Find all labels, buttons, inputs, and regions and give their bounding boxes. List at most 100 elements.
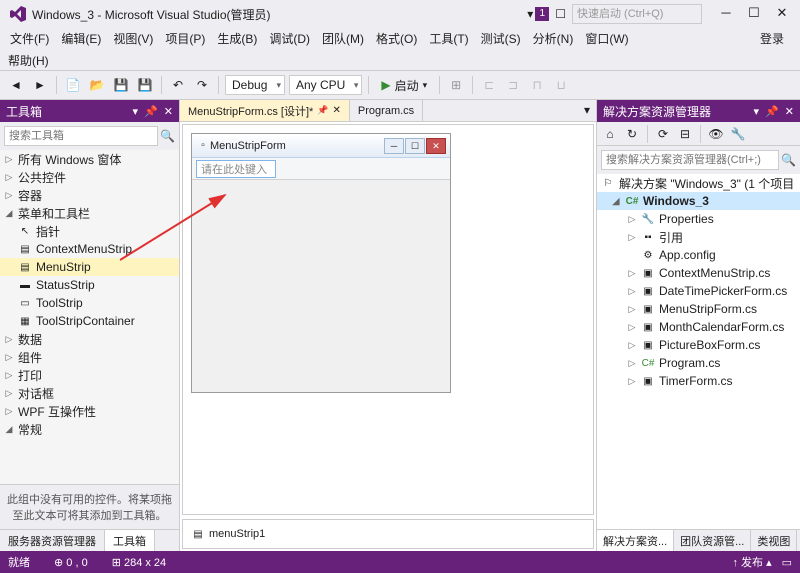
node-program[interactable]: ▷C#Program.cs <box>597 354 800 372</box>
group-data[interactable]: ▷数据 <box>0 330 179 348</box>
tray-item[interactable]: menuStrip1 <box>209 528 265 540</box>
forward-button[interactable]: ► <box>30 75 50 95</box>
pin-icon[interactable]: 📌 <box>765 105 779 118</box>
menu-window[interactable]: 窗口(W) <box>579 28 634 50</box>
solution-toolbar: ⌂ ↻ ⟳ ⊟ 👁 🔧 <box>597 122 800 146</box>
menu-debug[interactable]: 调试(D) <box>263 28 316 50</box>
search-icon[interactable]: 🔍 <box>160 129 175 143</box>
maximize-button[interactable]: ☐ <box>740 4 768 24</box>
back-button[interactable]: ◄ <box>6 75 26 95</box>
menu-format[interactable]: 格式(O) <box>370 28 423 50</box>
align-left-button[interactable]: ⊏ <box>479 75 499 95</box>
close-panel-icon[interactable]: ✕ <box>164 105 173 118</box>
node-picturebox[interactable]: ▷▣PictureBoxForm.cs <box>597 336 800 354</box>
status-extra-icon[interactable]: ▭ <box>782 556 792 569</box>
sign-in-link[interactable]: 登录 <box>754 28 796 50</box>
menu-team[interactable]: 团队(M) <box>316 28 370 50</box>
toolbox-search-input[interactable] <box>4 126 158 146</box>
undo-button[interactable]: ↶ <box>168 75 188 95</box>
menu-analyze[interactable]: 分析(N) <box>527 28 580 50</box>
group-common[interactable]: ▷公共控件 <box>0 168 179 186</box>
toolbar-btn-1[interactable]: ⊞ <box>446 75 466 95</box>
group-components[interactable]: ▷组件 <box>0 348 179 366</box>
feedback-icon[interactable]: ☐ <box>555 7 566 21</box>
refresh-button[interactable]: ⟳ <box>654 125 672 143</box>
menu-file[interactable]: 文件(F) <box>4 28 55 50</box>
close-button[interactable]: ✕ <box>768 4 796 24</box>
close-tab-icon[interactable]: ✕ <box>333 105 341 116</box>
group-dialogs[interactable]: ▷对话框 <box>0 384 179 402</box>
new-project-button[interactable]: 📄 <box>63 75 83 95</box>
properties-button[interactable]: 🔧 <box>729 125 747 143</box>
menu-edit[interactable]: 编辑(E) <box>55 28 107 50</box>
menu-help[interactable]: 帮助(H) <box>8 54 49 68</box>
collapse-button[interactable]: ⊟ <box>676 125 694 143</box>
group-containers[interactable]: ▷容器 <box>0 186 179 204</box>
search-icon[interactable]: 🔍 <box>781 153 796 167</box>
tab-team-explorer[interactable]: 团队资源管... <box>674 530 751 551</box>
group-menus[interactable]: ◢菜单和工具栏 <box>0 204 179 222</box>
tab-program[interactable]: Program.cs <box>350 100 423 121</box>
solution-root[interactable]: ⚐解决方案 "Windows_3" (1 个项目 <box>597 174 800 192</box>
close-panel-icon[interactable]: ✕ <box>785 105 794 118</box>
dropdown-icon[interactable]: ▾ <box>133 105 139 118</box>
tab-overflow-button[interactable]: ▾ <box>578 100 596 121</box>
publish-button[interactable]: ↑ 发布 ▴ <box>732 554 771 570</box>
save-all-button[interactable]: 💾 <box>135 75 155 95</box>
group-printing[interactable]: ▷打印 <box>0 366 179 384</box>
menu-tools[interactable]: 工具(T) <box>423 28 474 50</box>
node-timerform[interactable]: ▷▣TimerForm.cs <box>597 372 800 390</box>
menu-test[interactable]: 测试(S) <box>475 28 527 50</box>
item-contextmenustrip[interactable]: ▤ContextMenuStrip <box>0 240 179 258</box>
group-wpf[interactable]: ▷WPF 互操作性 <box>0 402 179 420</box>
item-toolstrip[interactable]: ▭ToolStrip <box>0 294 179 312</box>
dropdown-icon[interactable]: ▾ <box>754 105 760 118</box>
show-all-button[interactable]: 👁 <box>707 125 725 143</box>
node-appconfig[interactable]: ⚙App.config <box>597 246 800 264</box>
item-toolstripcontainer[interactable]: ▦ToolStripContainer <box>0 312 179 330</box>
platform-dropdown[interactable]: Any CPU <box>289 75 362 95</box>
notification-badge[interactable]: 1 <box>535 7 549 21</box>
node-properties[interactable]: ▷🔧Properties <box>597 210 800 228</box>
form-designer[interactable]: ▫ MenuStripForm ─ ☐ ✕ 请在此处键入 <box>182 124 594 515</box>
start-debug-button[interactable]: ▶启动▾ <box>375 75 433 95</box>
tab-menustripform[interactable]: MenuStripForm.cs [设计]*📌✕ <box>180 100 350 121</box>
node-datetimepicker[interactable]: ▷▣DateTimePickerForm.cs <box>597 282 800 300</box>
align-center-button[interactable]: ⊐ <box>503 75 523 95</box>
form-window[interactable]: ▫ MenuStripForm ─ ☐ ✕ 请在此处键入 <box>191 133 451 393</box>
item-menustrip[interactable]: ▤MenuStrip <box>0 258 179 276</box>
align-right-button[interactable]: ⊓ <box>527 75 547 95</box>
sync-button[interactable]: ↻ <box>623 125 641 143</box>
save-button[interactable]: 💾 <box>111 75 131 95</box>
minimize-button[interactable]: ─ <box>712 4 740 24</box>
item-pointer[interactable]: ↖指针 <box>0 222 179 240</box>
menu-view[interactable]: 视图(V) <box>107 28 159 50</box>
type-here-input[interactable]: 请在此处键入 <box>196 160 276 178</box>
item-statusstrip[interactable]: ▬StatusStrip <box>0 276 179 294</box>
group-general[interactable]: ◢常规 <box>0 420 179 438</box>
notifications-icon[interactable]: ▾ <box>527 7 533 21</box>
redo-button[interactable]: ↷ <box>192 75 212 95</box>
home-button[interactable]: ⌂ <box>601 125 619 143</box>
status-size: ⊞ 284 x 24 <box>112 556 166 569</box>
menustrip-control[interactable]: 请在此处键入 <box>192 158 450 180</box>
align-top-button[interactable]: ⊔ <box>551 75 571 95</box>
solution-search-input[interactable] <box>601 150 779 170</box>
tab-toolbox[interactable]: 工具箱 <box>105 530 155 551</box>
node-contextmenustrip[interactable]: ▷▣ContextMenuStrip.cs <box>597 264 800 282</box>
tab-server-explorer[interactable]: 服务器资源管理器 <box>0 530 105 551</box>
group-all-windows[interactable]: ▷所有 Windows 窗体 <box>0 150 179 168</box>
project-node[interactable]: ◢C#Windows_3 <box>597 192 800 210</box>
node-menustripform[interactable]: ▷▣MenuStripForm.cs <box>597 300 800 318</box>
quick-launch-input[interactable]: 快速启动 (Ctrl+Q) <box>572 4 702 24</box>
node-monthcalendar[interactable]: ▷▣MonthCalendarForm.cs <box>597 318 800 336</box>
menu-build[interactable]: 生成(B) <box>211 28 263 50</box>
menu-project[interactable]: 项目(P) <box>159 28 211 50</box>
config-dropdown[interactable]: Debug <box>225 75 285 95</box>
open-button[interactable]: 📂 <box>87 75 107 95</box>
node-references[interactable]: ▷▪▪引用 <box>597 228 800 246</box>
pin-icon[interactable]: 📌 <box>144 105 158 118</box>
tab-solution-explorer[interactable]: 解决方案资... <box>597 530 674 551</box>
tab-class-view[interactable]: 类视图 <box>751 530 797 551</box>
pin-tab-icon[interactable]: 📌 <box>317 105 328 116</box>
